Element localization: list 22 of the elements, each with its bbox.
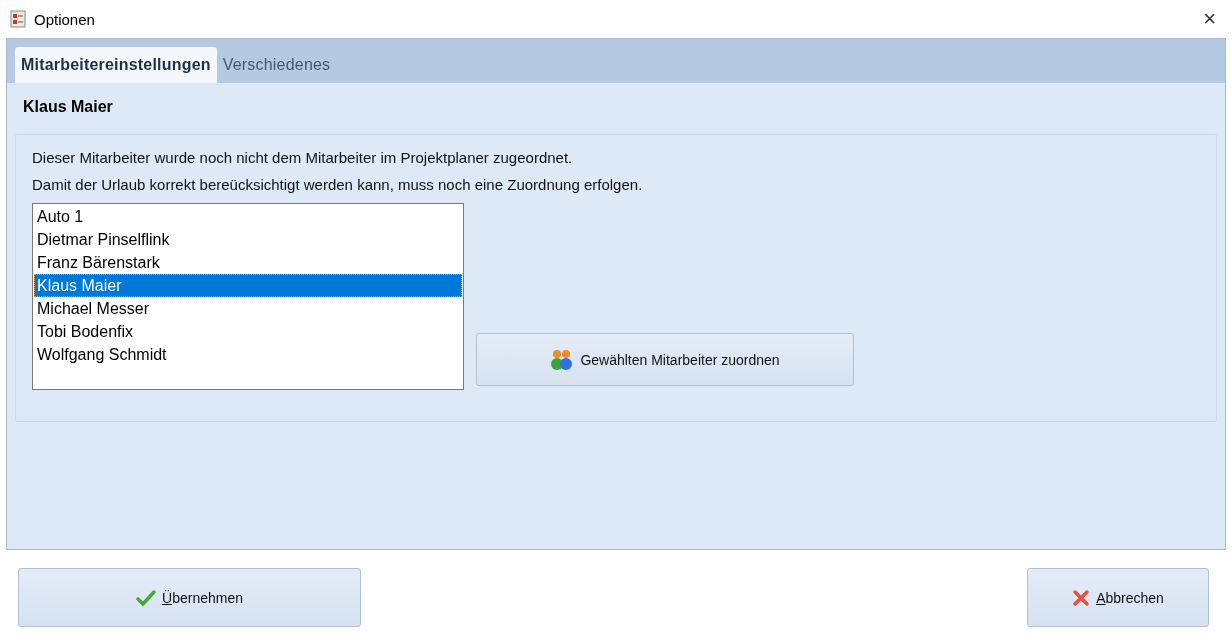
info-text: Dieser Mitarbeiter wurde noch nicht dem Mitarbeiter im Projektplaner zugeordnet. [32, 149, 574, 166]
list-item[interactable]: Auto 1 [34, 205, 462, 228]
assign-button[interactable]: Gewählten Mitarbeiter zuordnen [476, 333, 854, 386]
checkmark-icon [136, 588, 156, 607]
tab[interactable]: Mitarbeitereinstellungen [15, 47, 217, 83]
cancel-button[interactable]: Abbrechen [1027, 568, 1209, 627]
list-item[interactable]: Franz Bärenstark [34, 251, 462, 274]
list-item[interactable]: Dietmar Pinselflink [34, 228, 462, 251]
list-item[interactable]: Tobi Bodenfix [34, 320, 462, 343]
list-item[interactable]: Wolfgang Schmidt [34, 343, 462, 366]
close-icon [1072, 588, 1091, 607]
people-icon [550, 348, 575, 371]
list-item[interactable]: Michael Messer [34, 297, 462, 320]
employee-list[interactable]: Auto 1 Dietmar Pinselflink Franz Bärenstark Klaus Maier Michael Messer Tobi Bodenfix Wolfgang Schmidt [32, 203, 464, 390]
close-button[interactable]: × [1197, 8, 1222, 30]
tab[interactable]: Verschiedenes [216, 47, 337, 83]
checklist-icon [10, 10, 26, 28]
employee-name: Klaus Maier [22, 97, 114, 117]
apply-button[interactable]: Übernehmen [18, 568, 361, 627]
info-text: Damit der Urlaub korrekt bereücksichtigt werden kann, muss noch eine Zuordnung erfolgen. [32, 176, 644, 193]
window-title: Optionen [34, 10, 95, 28]
list-item[interactable]: Klaus Maier [34, 274, 462, 297]
